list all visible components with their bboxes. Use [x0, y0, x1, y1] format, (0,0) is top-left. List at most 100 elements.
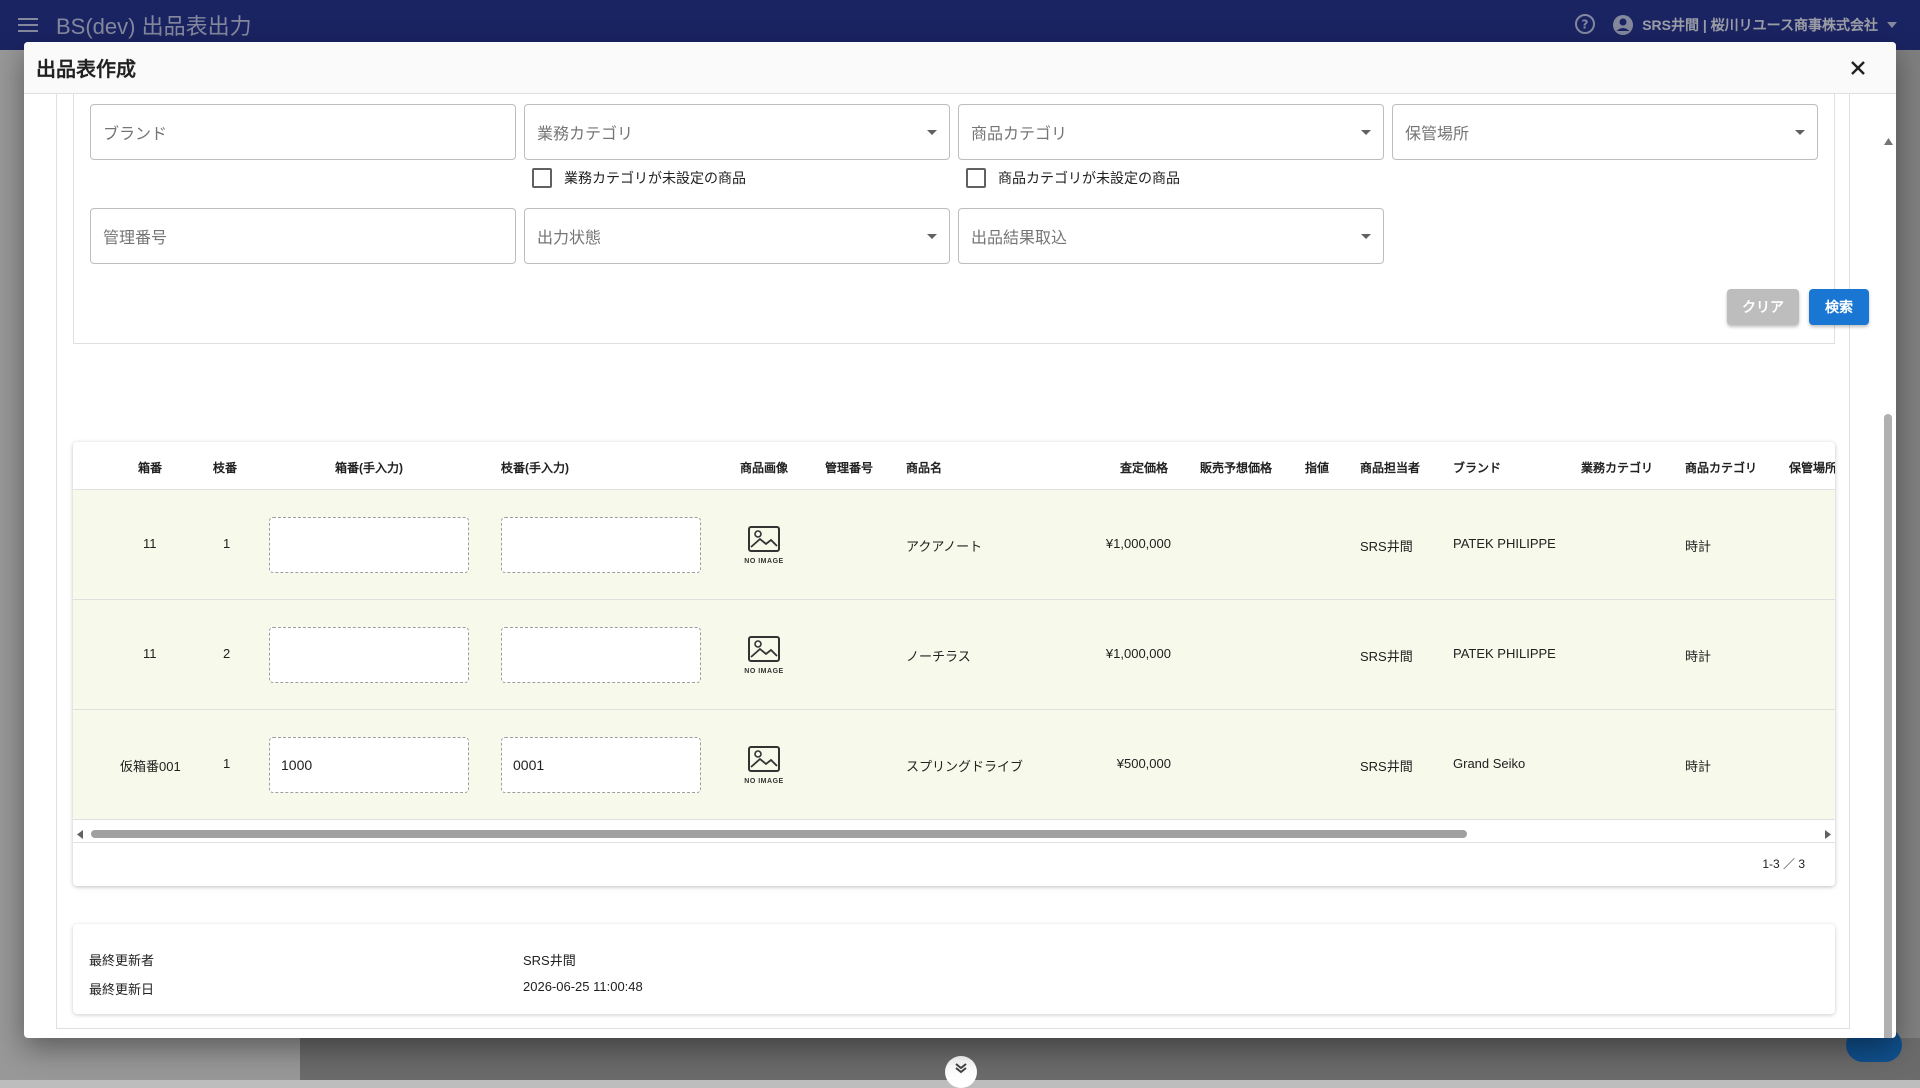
table-row[interactable]: 仮箱番001 1 1000 0001 NO IMAGE スプリングドライブ ¥5… [73, 710, 1835, 820]
management-number-label: 管理番号 [103, 230, 168, 247]
cell-product-category: 時計 [1685, 539, 1712, 554]
cell-appraisal-price: ¥500,000 [1116, 756, 1171, 771]
updated-at-label: 最終更新日 [89, 982, 155, 997]
box-input-field[interactable] [269, 517, 469, 573]
branch-input-field[interactable] [501, 517, 701, 573]
cell-staff: SRS井間 [1360, 539, 1413, 554]
scrollbar-thumb[interactable] [91, 830, 1467, 838]
search-button[interactable]: 検索 [1809, 289, 1869, 325]
col-branch-input[interactable]: 枝番(手入力) [501, 459, 569, 476]
table-row[interactable]: 11 1 NO IMAGE アクアノート ¥1,000,000 SRS井間 PA… [73, 490, 1835, 600]
product-category-unset-label: 商品カテゴリが未設定の商品 [998, 170, 1180, 186]
cell-branch-no: 1 [223, 536, 231, 551]
divider [73, 842, 1835, 843]
updated-by-label: 最終更新者 [89, 953, 155, 968]
brand-label: ブランド [103, 126, 168, 143]
cell-branch-no: 1 [223, 756, 231, 771]
pagination-text: 1-3 ／ 3 [1762, 857, 1805, 871]
col-management-no[interactable]: 管理番号 [825, 459, 873, 476]
checkbox-icon [532, 168, 552, 188]
cell-brand: PATEK PHILIPPE [1453, 536, 1556, 551]
col-branch-no[interactable]: 枝番 [213, 459, 237, 476]
no-image-label: NO IMAGE [744, 558, 784, 565]
no-image-icon: NO IMAGE [743, 746, 785, 785]
col-business-category[interactable]: 業務カテゴリ [1581, 459, 1653, 476]
scroll-left-icon [77, 830, 83, 839]
horizontal-scrollbar[interactable] [73, 826, 1835, 842]
business-category-unset-checkbox[interactable]: 業務カテゴリが未設定の商品 [532, 168, 746, 188]
double-chevron-down-icon [955, 1063, 967, 1074]
dropdown-arrow-icon [1795, 129, 1805, 135]
product-category-select[interactable]: 商品カテゴリ [958, 104, 1384, 160]
import-result-label: 出品結果取込 [971, 230, 1068, 247]
cell-box-no: 仮箱番001 [120, 759, 181, 774]
scroll-up-icon [1884, 138, 1893, 145]
table-row[interactable]: 11 2 NO IMAGE ノーチラス ¥1,000,000 SRS井間 PAT… [73, 600, 1835, 710]
col-storage-location[interactable]: 保管場所 [1789, 459, 1835, 476]
cell-product-category: 時計 [1685, 649, 1712, 664]
business-category-select[interactable]: 業務カテゴリ [524, 104, 950, 160]
col-box-no[interactable]: 箱番 [138, 459, 162, 476]
storage-location-label: 保管場所 [1405, 126, 1470, 143]
cell-brand: PATEK PHILIPPE [1453, 646, 1556, 661]
no-image-icon: NO IMAGE [743, 526, 785, 565]
scroll-right-icon [1825, 830, 1831, 839]
dropdown-arrow-icon [927, 233, 937, 239]
checkbox-icon [966, 168, 986, 188]
col-product-category[interactable]: 商品カテゴリ [1685, 459, 1757, 476]
results-table: 箱番 枝番 箱番(手入力) 枝番(手入力) 商品画像 管理番号 商品名 査定価格… [73, 442, 1835, 886]
branch-input-field[interactable] [501, 627, 701, 683]
cell-appraisal-price: ¥1,000,000 [1105, 536, 1171, 551]
update-info-card: 最終更新者 SRS井間 最終更新日 2026-06-25 11:00:48 [73, 924, 1835, 1014]
box-input-field[interactable] [269, 627, 469, 683]
cell-box-no: 11 [143, 646, 157, 661]
updated-at-value: 2026-06-25 11:00:48 [523, 979, 643, 994]
cell-product-name: スプリングドライブ [906, 759, 1024, 774]
dropdown-arrow-icon [1361, 129, 1371, 135]
col-brand[interactable]: ブランド [1453, 459, 1501, 476]
dialog-title: 出品表作成 [36, 59, 136, 81]
col-box-input[interactable]: 箱番(手入力) [335, 459, 403, 476]
cell-product-category: 時計 [1685, 759, 1712, 774]
vertical-scrollbar-thumb[interactable] [1884, 414, 1892, 1038]
col-product-name[interactable]: 商品名 [906, 459, 942, 476]
table-header: 箱番 枝番 箱番(手入力) 枝番(手入力) 商品画像 管理番号 商品名 査定価格… [73, 442, 1835, 490]
product-category-label: 商品カテゴリ [971, 126, 1068, 143]
no-image-icon: NO IMAGE [743, 636, 785, 675]
cell-appraisal-price: ¥1,000,000 [1105, 646, 1171, 661]
dialog-header: 出品表作成 [24, 42, 1896, 94]
cell-brand: Grand Seiko [1453, 756, 1526, 771]
storage-location-select[interactable]: 保管場所 [1392, 104, 1818, 160]
no-image-label: NO IMAGE [744, 778, 784, 785]
branch-input-field[interactable]: 0001 [501, 737, 701, 793]
output-status-label: 出力状態 [537, 230, 602, 247]
search-panel: ブランド 業務カテゴリ 商品カテゴリ 保管場所 業務カテゴリが未設定の商品 商品… [73, 94, 1869, 344]
dialog-body: ブランド 業務カテゴリ 商品カテゴリ 保管場所 業務カテゴリが未設定の商品 商品… [56, 94, 1869, 1029]
dropdown-arrow-icon [1361, 233, 1371, 239]
vertical-scrollbar[interactable] [1880, 94, 1896, 1038]
col-appraisal-price[interactable]: 査定価格 [1120, 459, 1168, 476]
cell-staff: SRS井間 [1360, 649, 1413, 664]
import-result-select[interactable]: 出品結果取込 [958, 208, 1384, 264]
dropdown-arrow-icon [927, 129, 937, 135]
cell-branch-no: 2 [223, 646, 231, 661]
cell-staff: SRS井間 [1360, 759, 1413, 774]
col-product-image[interactable]: 商品画像 [740, 459, 788, 476]
clear-button[interactable]: クリア [1727, 289, 1799, 325]
cell-box-no: 11 [143, 536, 157, 551]
close-button[interactable] [1846, 56, 1870, 80]
brand-field[interactable]: ブランド [90, 104, 516, 160]
scroll-down-button[interactable] [945, 1056, 977, 1088]
listing-create-dialog: 出品表作成 ブランド 業務カテゴリ 商品カテゴリ 保管場所 業務カテゴリが未設定… [24, 42, 1896, 1038]
business-category-unset-label: 業務カテゴリが未設定の商品 [564, 170, 746, 186]
col-staff[interactable]: 商品担当者 [1360, 459, 1420, 476]
col-expected-price[interactable]: 販売予想価格 [1200, 459, 1272, 476]
output-status-select[interactable]: 出力状態 [524, 208, 950, 264]
no-image-label: NO IMAGE [744, 668, 784, 675]
col-limit-price[interactable]: 指値 [1305, 459, 1329, 476]
box-input-field[interactable]: 1000 [269, 737, 469, 793]
business-category-label: 業務カテゴリ [537, 126, 634, 143]
product-category-unset-checkbox[interactable]: 商品カテゴリが未設定の商品 [966, 168, 1180, 188]
cell-product-name: アクアノート [906, 539, 983, 554]
management-number-field[interactable]: 管理番号 [90, 208, 516, 264]
